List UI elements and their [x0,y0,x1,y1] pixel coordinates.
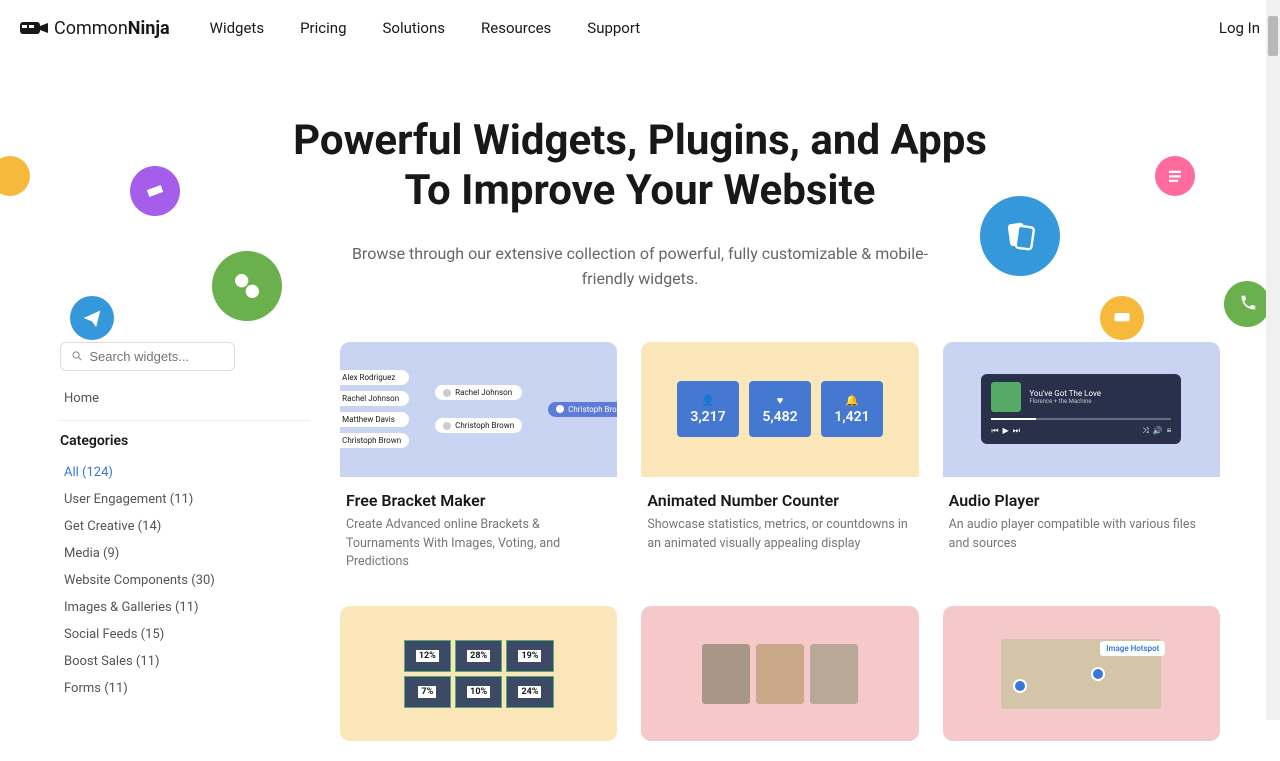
category-forms[interactable]: Forms (11) [60,675,310,702]
category-get-creative[interactable]: Get Creative (14) [60,513,310,540]
categories-list: All (124) User Engagement (11) Get Creat… [60,459,310,702]
card-title: Free Bracket Maker [346,491,611,510]
shuffle-icon: ⤨ [1142,426,1148,436]
category-website-components[interactable]: Website Components (30) [60,567,310,594]
hotspot-stub: Image Hotspot [1001,639,1161,709]
card-generic[interactable]: Image Hotspot [943,606,1220,741]
card-thumbnail: 12% 28% 19% 7% 10% 24% [340,606,617,741]
category-user-engagement[interactable]: User Engagement (11) [60,486,310,513]
sidebar: Home Categories All (124) User Engagemen… [60,342,310,741]
bell-icon: 🔔 [845,394,859,407]
card-thumbnail: Alex Rodriguez Rachel Johnson Matthew Da… [340,342,617,477]
message-icon [1100,296,1144,340]
category-media[interactable]: Media (9) [60,540,310,567]
nav-links: Widgets Pricing Solutions Resources Supp… [210,19,641,37]
ticket-icon [130,166,180,216]
card-thumbnail: You've Got The Love Florence + the Machi… [943,342,1220,477]
card-generic[interactable] [641,606,918,741]
login-link[interactable]: Log In [1219,19,1260,37]
card-thumbnail [641,606,918,741]
category-boost-sales[interactable]: Boost Sales (11) [60,648,310,675]
navbar: CommonNinja Widgets Pricing Solutions Re… [0,0,1280,56]
card-desc: Showcase statistics, metrics, or countdo… [647,516,912,554]
search-box[interactable] [60,342,235,371]
thumbs-icon [212,251,282,321]
gallery-stub [702,644,858,704]
card-desc: An audio player compatible with various … [949,516,1214,554]
user-icon: 👤 [701,394,715,407]
bracket-graphic: Alex Rodriguez Rachel Johnson Matthew Da… [354,370,603,448]
send-icon [70,296,114,340]
scrollbar[interactable] [1266,0,1280,720]
menu-icon: ≡ [1167,426,1172,436]
card-desc: Create Advanced online Brackets & Tourna… [346,516,611,572]
categories-heading: Categories [60,433,310,449]
hero-title: Powerful Widgets, Plugins, and Apps To I… [20,116,1260,217]
divider [60,420,310,421]
card-thumbnail: 👤3,217 ♥5,482 🔔1,421 [641,342,918,477]
category-all[interactable]: All (124) [60,459,310,486]
list-icon [1155,156,1195,196]
brand-second: Ninja [128,18,170,39]
audio-graphic: You've Got The Love Florence + the Machi… [981,374,1181,444]
main-content: Home Categories All (124) User Engagemen… [0,322,1280,761]
cards-icon [980,196,1060,276]
progress-bar [991,418,1171,420]
hero-subtitle: Browse through our extensive collection … [340,241,940,292]
ninja-icon [20,20,48,36]
volume-icon: 🔊 [1153,426,1163,436]
card-audio-player[interactable]: You've Got The Love Florence + the Machi… [943,342,1220,582]
card-title: Audio Player [949,491,1214,510]
card-generic[interactable]: 12% 28% 19% 7% 10% 24% [340,606,617,741]
brand-first: Common [54,18,128,39]
sidebar-home[interactable]: Home [60,385,310,412]
card-number-counter[interactable]: 👤3,217 ♥5,482 🔔1,421 Animated Number Cou… [641,342,918,582]
logo[interactable]: CommonNinja [20,18,170,39]
category-social-feeds[interactable]: Social Feeds (15) [60,621,310,648]
nav-support[interactable]: Support [587,19,640,37]
nav-pricing[interactable]: Pricing [300,19,346,37]
nav-resources[interactable]: Resources [481,19,551,37]
next-icon: ⏭ [1013,426,1020,436]
phone-icon [1224,281,1270,327]
search-icon [71,349,83,363]
card-bracket-maker[interactable]: Alex Rodriguez Rachel Johnson Matthew Da… [340,342,617,582]
counter-graphic: 👤3,217 ♥5,482 🔔1,421 [677,381,883,437]
cards-grid: Alex Rodriguez Rachel Johnson Matthew Da… [340,342,1220,741]
prev-icon: ⏮ [991,426,998,436]
play-icon: ▶ [1003,426,1009,436]
album-art-icon [991,382,1021,412]
card-title: Animated Number Counter [647,491,912,510]
nav-widgets[interactable]: Widgets [210,19,264,37]
percent-grid: 12% 28% 19% 7% 10% 24% [404,640,554,708]
category-images-galleries[interactable]: Images & Galleries (11) [60,594,310,621]
card-thumbnail: Image Hotspot [943,606,1220,741]
hero: Powerful Widgets, Plugins, and Apps To I… [0,56,1280,322]
nav-solutions[interactable]: Solutions [383,19,446,37]
search-input[interactable] [89,349,224,364]
heart-icon: ♥ [777,394,784,407]
